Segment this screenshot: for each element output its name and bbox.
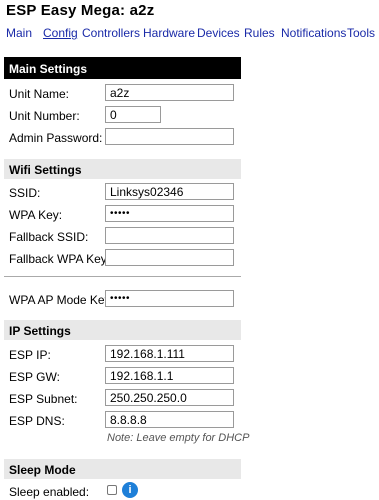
unit-number-field[interactable] [105, 106, 161, 123]
section-sleep-mode: Sleep Mode [4, 459, 241, 479]
fallback-wpa-key-field[interactable] [105, 249, 234, 266]
esp-ip-label: ESP IP: [9, 348, 51, 362]
dhcp-note: Note: Leave empty for DHCP [107, 432, 250, 444]
divider [4, 276, 241, 277]
fallback-ssid-label: Fallback SSID: [9, 230, 89, 244]
esp-gw-field[interactable] [105, 367, 234, 384]
esp-dns-label: ESP DNS: [9, 414, 65, 428]
sleep-enabled-label: Sleep enabled: [9, 485, 90, 499]
nav-tools[interactable]: Tools [347, 26, 375, 40]
section-wifi-settings: Wifi Settings [4, 159, 241, 179]
esp-subnet-label: ESP Subnet: [9, 392, 78, 406]
top-nav: Main Config Controllers Hardware Devices… [0, 26, 379, 42]
nav-main[interactable]: Main [6, 26, 32, 40]
wpa-ap-mode-key-label: WPA AP Mode Key: [9, 293, 114, 307]
nav-notifications[interactable]: Notifications [281, 26, 346, 40]
unit-number-label: Unit Number: [9, 109, 80, 123]
ssid-field[interactable] [105, 183, 234, 200]
nav-config[interactable]: Config [43, 26, 78, 40]
nav-controllers[interactable]: Controllers [82, 26, 140, 40]
sleep-enabled-checkbox[interactable] [107, 485, 117, 495]
admin-password-field[interactable] [105, 128, 234, 145]
nav-devices[interactable]: Devices [197, 26, 240, 40]
unit-name-field[interactable] [105, 84, 234, 101]
esp-gw-label: ESP GW: [9, 370, 60, 384]
page-title: ESP Easy Mega: a2z [6, 2, 155, 19]
section-main-settings: Main Settings [4, 57, 241, 79]
ssid-label: SSID: [9, 186, 41, 200]
section-ip-settings: IP Settings [4, 320, 241, 340]
info-icon[interactable]: i [122, 482, 138, 498]
esp-dns-field[interactable] [105, 411, 234, 428]
unit-name-label: Unit Name: [9, 87, 70, 101]
esp-subnet-field[interactable] [105, 389, 234, 406]
fallback-wpa-key-label: Fallback WPA Key: [9, 252, 111, 266]
wpa-key-field[interactable] [105, 205, 234, 222]
wpa-key-label: WPA Key: [9, 208, 63, 222]
admin-password-label: Admin Password: [9, 131, 103, 145]
esp-ip-field[interactable] [105, 345, 234, 362]
nav-rules[interactable]: Rules [244, 26, 275, 40]
nav-hardware[interactable]: Hardware [143, 26, 195, 40]
fallback-ssid-field[interactable] [105, 227, 234, 244]
wpa-ap-mode-key-field[interactable] [105, 290, 234, 307]
